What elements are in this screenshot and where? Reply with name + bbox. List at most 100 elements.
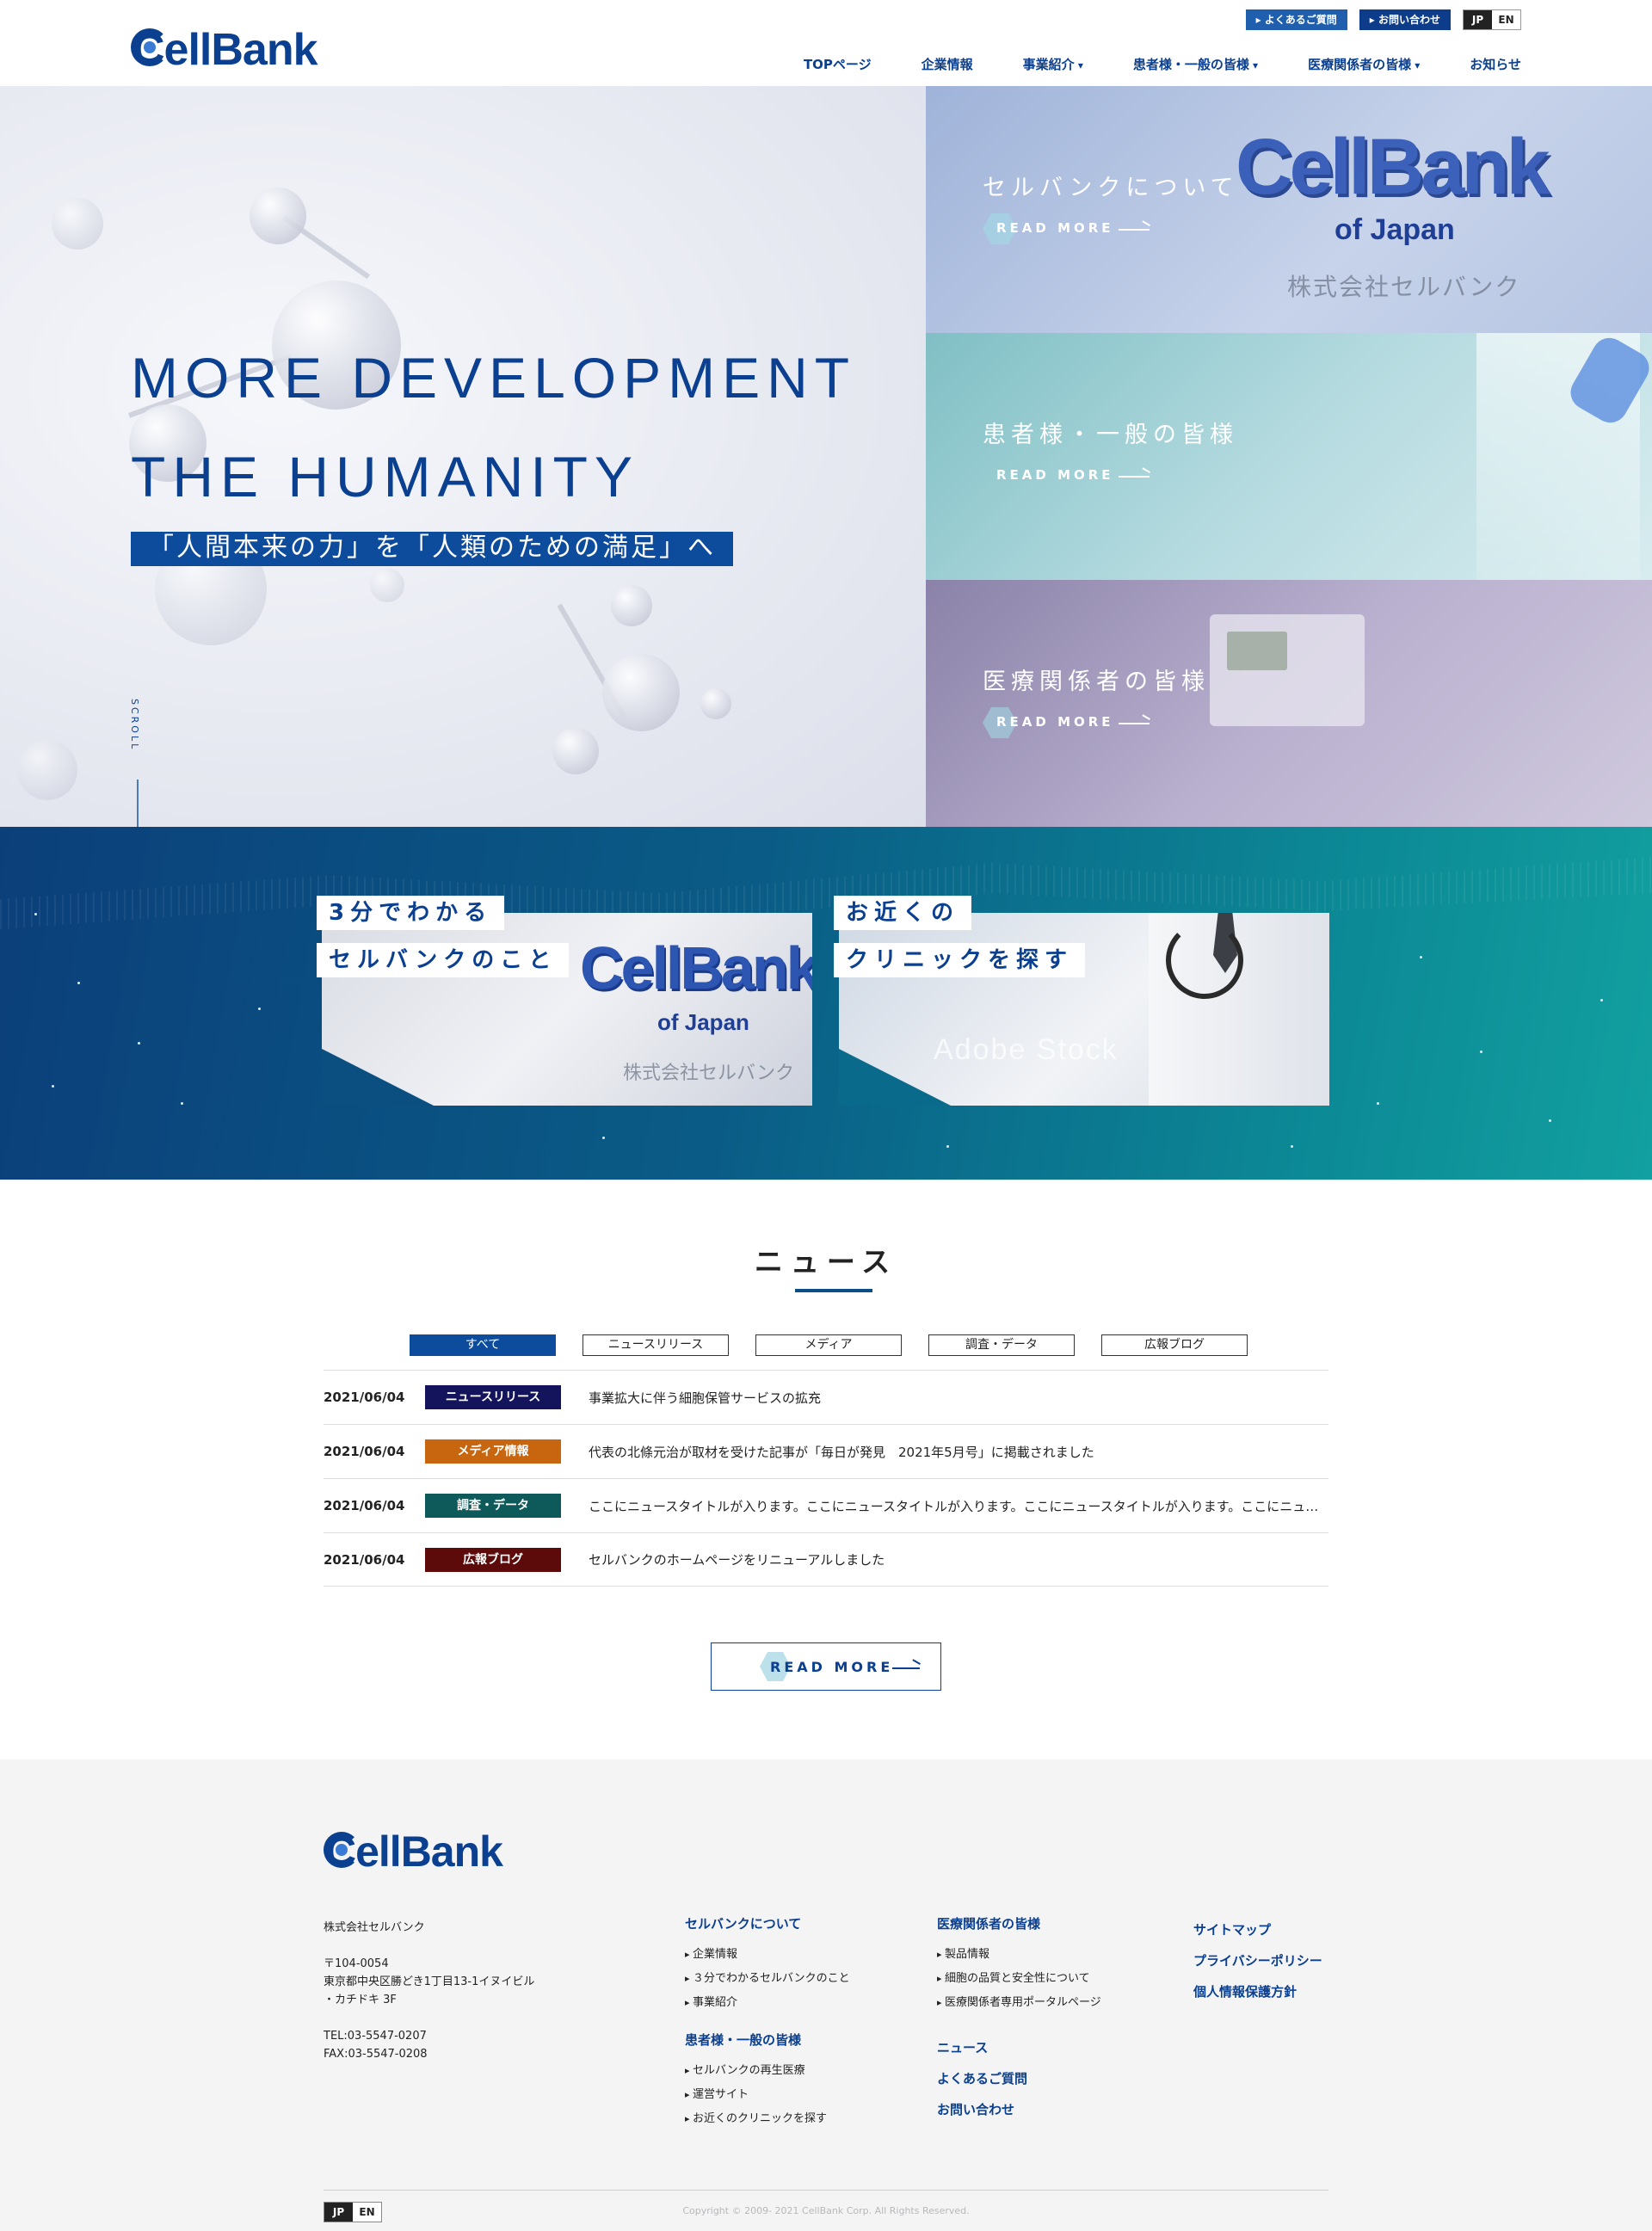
particle-dot bbox=[1291, 1145, 1293, 1148]
card-image-sub: of Japan bbox=[657, 1009, 749, 1035]
particle-dot bbox=[258, 1008, 261, 1010]
footer-heading[interactable]: 患者様・一般の皆様 bbox=[685, 2031, 850, 2049]
arrow-right-icon bbox=[1119, 229, 1150, 231]
nav-patients[interactable]: 患者様・一般の皆様 bbox=[1133, 55, 1258, 73]
footer-link-privacy[interactable]: プライバシーポリシー bbox=[1193, 1945, 1322, 1976]
contact-button[interactable]: お問い合わせ bbox=[1359, 9, 1451, 30]
card-corner-cut bbox=[322, 1049, 434, 1106]
news-date: 2021/06/04 bbox=[324, 1498, 405, 1513]
arrow-right-icon bbox=[1119, 476, 1150, 478]
news-title[interactable]: ここにニュースタイトルが入ります。ここにニュースタイトルが入ります。ここにニュー… bbox=[589, 1497, 1328, 1515]
particle-dot bbox=[1480, 1051, 1482, 1053]
stethoscope-icon bbox=[1166, 921, 1243, 999]
footer-link-faq[interactable]: よくあるご質問 bbox=[937, 2063, 1101, 2094]
news-item[interactable]: 2021/06/04 メディア情報 代表の北條元治が取材を受けた記事が「毎日が発… bbox=[324, 1424, 1328, 1478]
card-about-cellbank[interactable]: CellBank of Japan 株式会社セルバンク bbox=[322, 913, 812, 1106]
footer-divider bbox=[324, 2190, 1328, 2191]
news-category-badge: 広報ブログ bbox=[425, 1547, 561, 1572]
lang-en[interactable]: EN bbox=[1492, 10, 1520, 29]
site-header: CellBank よくあるご質問 お問い合わせ JP EN TOPページ 企業情… bbox=[0, 0, 1652, 86]
site-footer: CellBank 株式会社セルバンク 〒104-0054 東京都中央区勝どき1丁… bbox=[0, 1760, 1652, 2231]
footer-link[interactable]: 細胞の品質と安全性について bbox=[937, 1967, 1101, 1991]
footer-link[interactable]: 運営サイト bbox=[685, 2083, 850, 2107]
logo-mark-icon bbox=[131, 28, 169, 66]
panel-medical[interactable]: 医療関係者の皆様 READ MORE bbox=[926, 580, 1652, 827]
particle-dot bbox=[34, 913, 37, 915]
particle-dot bbox=[181, 1102, 183, 1105]
arrow-right-icon bbox=[892, 1667, 920, 1669]
copyright: Copyright © 2009- 2021 CellBank Corp. Al… bbox=[682, 2205, 970, 2216]
news-category-badge: ニュースリリース bbox=[425, 1385, 561, 1409]
company-address: 株式会社セルバンク 〒104-0054 東京都中央区勝どき1丁目13-1イヌイビ… bbox=[324, 1919, 534, 2063]
footer-link[interactable]: 製品情報 bbox=[937, 1943, 1101, 1967]
news-title[interactable]: 代表の北條元治が取材を受けた記事が「毎日が発見 2021年5月号」に掲載されまし… bbox=[589, 1443, 1328, 1461]
footer-link[interactable]: セルバンクの再生医療 bbox=[685, 2059, 850, 2083]
footer-heading[interactable]: セルバンクについて bbox=[685, 1914, 850, 1932]
nav-medical[interactable]: 医療関係者の皆様 bbox=[1308, 55, 1420, 73]
news-category-badge: メディア情報 bbox=[425, 1439, 561, 1464]
panel-image-screen bbox=[1227, 632, 1287, 670]
language-switcher: JP EN bbox=[1463, 9, 1521, 30]
panel-about[interactable]: CellBank of Japan 株式会社セルバンク セルバンクについて RE… bbox=[926, 86, 1652, 333]
read-more-label: READ MORE bbox=[770, 1659, 894, 1675]
footer-logo[interactable]: CellBank bbox=[324, 1827, 503, 1877]
hero-subtitle: 「人間本来の力」を「人類のための満足」へ bbox=[131, 532, 733, 566]
footer-link[interactable]: 医療関係者専用ポータルページ bbox=[937, 1991, 1101, 2015]
footer-link-news[interactable]: ニュース bbox=[937, 2032, 1101, 2063]
read-more-label: READ MORE bbox=[996, 220, 1114, 236]
news-category-badge: 調査・データ bbox=[425, 1494, 561, 1518]
hero-panels: CellBank of Japan 株式会社セルバンク セルバンクについて RE… bbox=[926, 86, 1652, 827]
footer-column-about: セルバンクについて 企業情報 ３分でわかるセルバンクのこと 事業紹介 患者様・一… bbox=[685, 1914, 850, 2131]
card-find-clinic[interactable]: Adobe Stock bbox=[839, 913, 1329, 1106]
lang-jp[interactable]: JP bbox=[1464, 10, 1492, 29]
panel-image-logo: CellBank bbox=[1236, 123, 1550, 211]
news-title[interactable]: 事業拡大に伴う細胞保管サービスの拡充 bbox=[589, 1389, 1328, 1407]
panel-image-kanji: 株式会社セルバンク bbox=[1287, 273, 1521, 301]
particle-dot bbox=[1377, 1102, 1379, 1105]
news-filter-tabs: すべて ニュースリリース メディア 調査・データ 広報ブログ bbox=[410, 1334, 1248, 1356]
tab-all[interactable]: すべて bbox=[410, 1334, 556, 1356]
address-line1: 東京都中央区勝どき1丁目13-1イヌイビル bbox=[324, 1975, 535, 1988]
tab-media[interactable]: メディア bbox=[755, 1334, 902, 1356]
nav-news[interactable]: お知らせ bbox=[1470, 55, 1521, 73]
footer-link[interactable]: ３分でわかるセルバンクのこと bbox=[685, 1967, 850, 1991]
particle-dot bbox=[602, 1137, 605, 1139]
footer-column-medical: 医療関係者の皆様 製品情報 細胞の品質と安全性について 医療関係者専用ポータルペ… bbox=[937, 1914, 1101, 2125]
news-heading: ニュース bbox=[754, 1245, 898, 1279]
nav-top[interactable]: TOPページ bbox=[804, 55, 872, 73]
nav-business[interactable]: 事業紹介 bbox=[1023, 55, 1083, 73]
card-label-line2: セルバンクのこと bbox=[317, 943, 570, 977]
molecule-sphere bbox=[52, 198, 103, 250]
particle-wave bbox=[0, 857, 1652, 929]
panel-title: 患者様・一般の皆様 bbox=[983, 422, 1238, 448]
footer-link[interactable]: 事業紹介 bbox=[685, 1991, 850, 2015]
site-logo[interactable]: CellBank bbox=[131, 24, 318, 76]
footer-link-personal-info[interactable]: 個人情報保護方針 bbox=[1193, 1976, 1322, 2007]
footer-link-contact[interactable]: お問い合わせ bbox=[937, 2094, 1101, 2125]
footer-link-sitemap[interactable]: サイトマップ bbox=[1193, 1914, 1322, 1945]
company-name: 株式会社セルバンク bbox=[324, 1921, 425, 1934]
card-image-logo: CellBank bbox=[580, 934, 812, 1001]
arrow-right-icon bbox=[1119, 723, 1150, 724]
footer-link[interactable]: 企業情報 bbox=[685, 1943, 850, 1967]
news-item[interactable]: 2021/06/04 広報ブログ セルバンクのホームページをリニューアルしました bbox=[324, 1532, 1328, 1587]
particle-dot bbox=[77, 982, 80, 984]
utility-nav: よくあるご質問 お問い合わせ JP EN bbox=[1245, 9, 1521, 30]
news-item[interactable]: 2021/06/04 ニュースリリース 事業拡大に伴う細胞保管サービスの拡充 bbox=[324, 1370, 1328, 1424]
news-title[interactable]: セルバンクのホームページをリニューアルしました bbox=[589, 1550, 1328, 1568]
molecule-sphere bbox=[17, 740, 77, 800]
logo-mark-icon bbox=[324, 1832, 360, 1868]
tab-news-release[interactable]: ニュースリリース bbox=[583, 1334, 729, 1356]
particle-dot bbox=[1600, 999, 1603, 1001]
panel-image-sub: of Japan bbox=[1335, 213, 1455, 246]
nav-company[interactable]: 企業情報 bbox=[922, 55, 973, 73]
footer-heading[interactable]: 医療関係者の皆様 bbox=[937, 1914, 1101, 1932]
panel-patients[interactable]: 患者様・一般の皆様 READ MORE bbox=[926, 333, 1652, 580]
faq-button[interactable]: よくあるご質問 bbox=[1245, 9, 1347, 30]
tab-research-data[interactable]: 調査・データ bbox=[928, 1334, 1075, 1356]
hero-title-line1: MORE DEVELOPMENT bbox=[131, 346, 857, 410]
footer-link[interactable]: お近くのクリニックを探す bbox=[685, 2107, 850, 2131]
news-item[interactable]: 2021/06/04 調査・データ ここにニュースタイトルが入ります。ここにニュ… bbox=[324, 1478, 1328, 1532]
tab-pr-blog[interactable]: 広報ブログ bbox=[1101, 1334, 1248, 1356]
news-read-more-button[interactable]: READ MORE bbox=[711, 1642, 941, 1691]
